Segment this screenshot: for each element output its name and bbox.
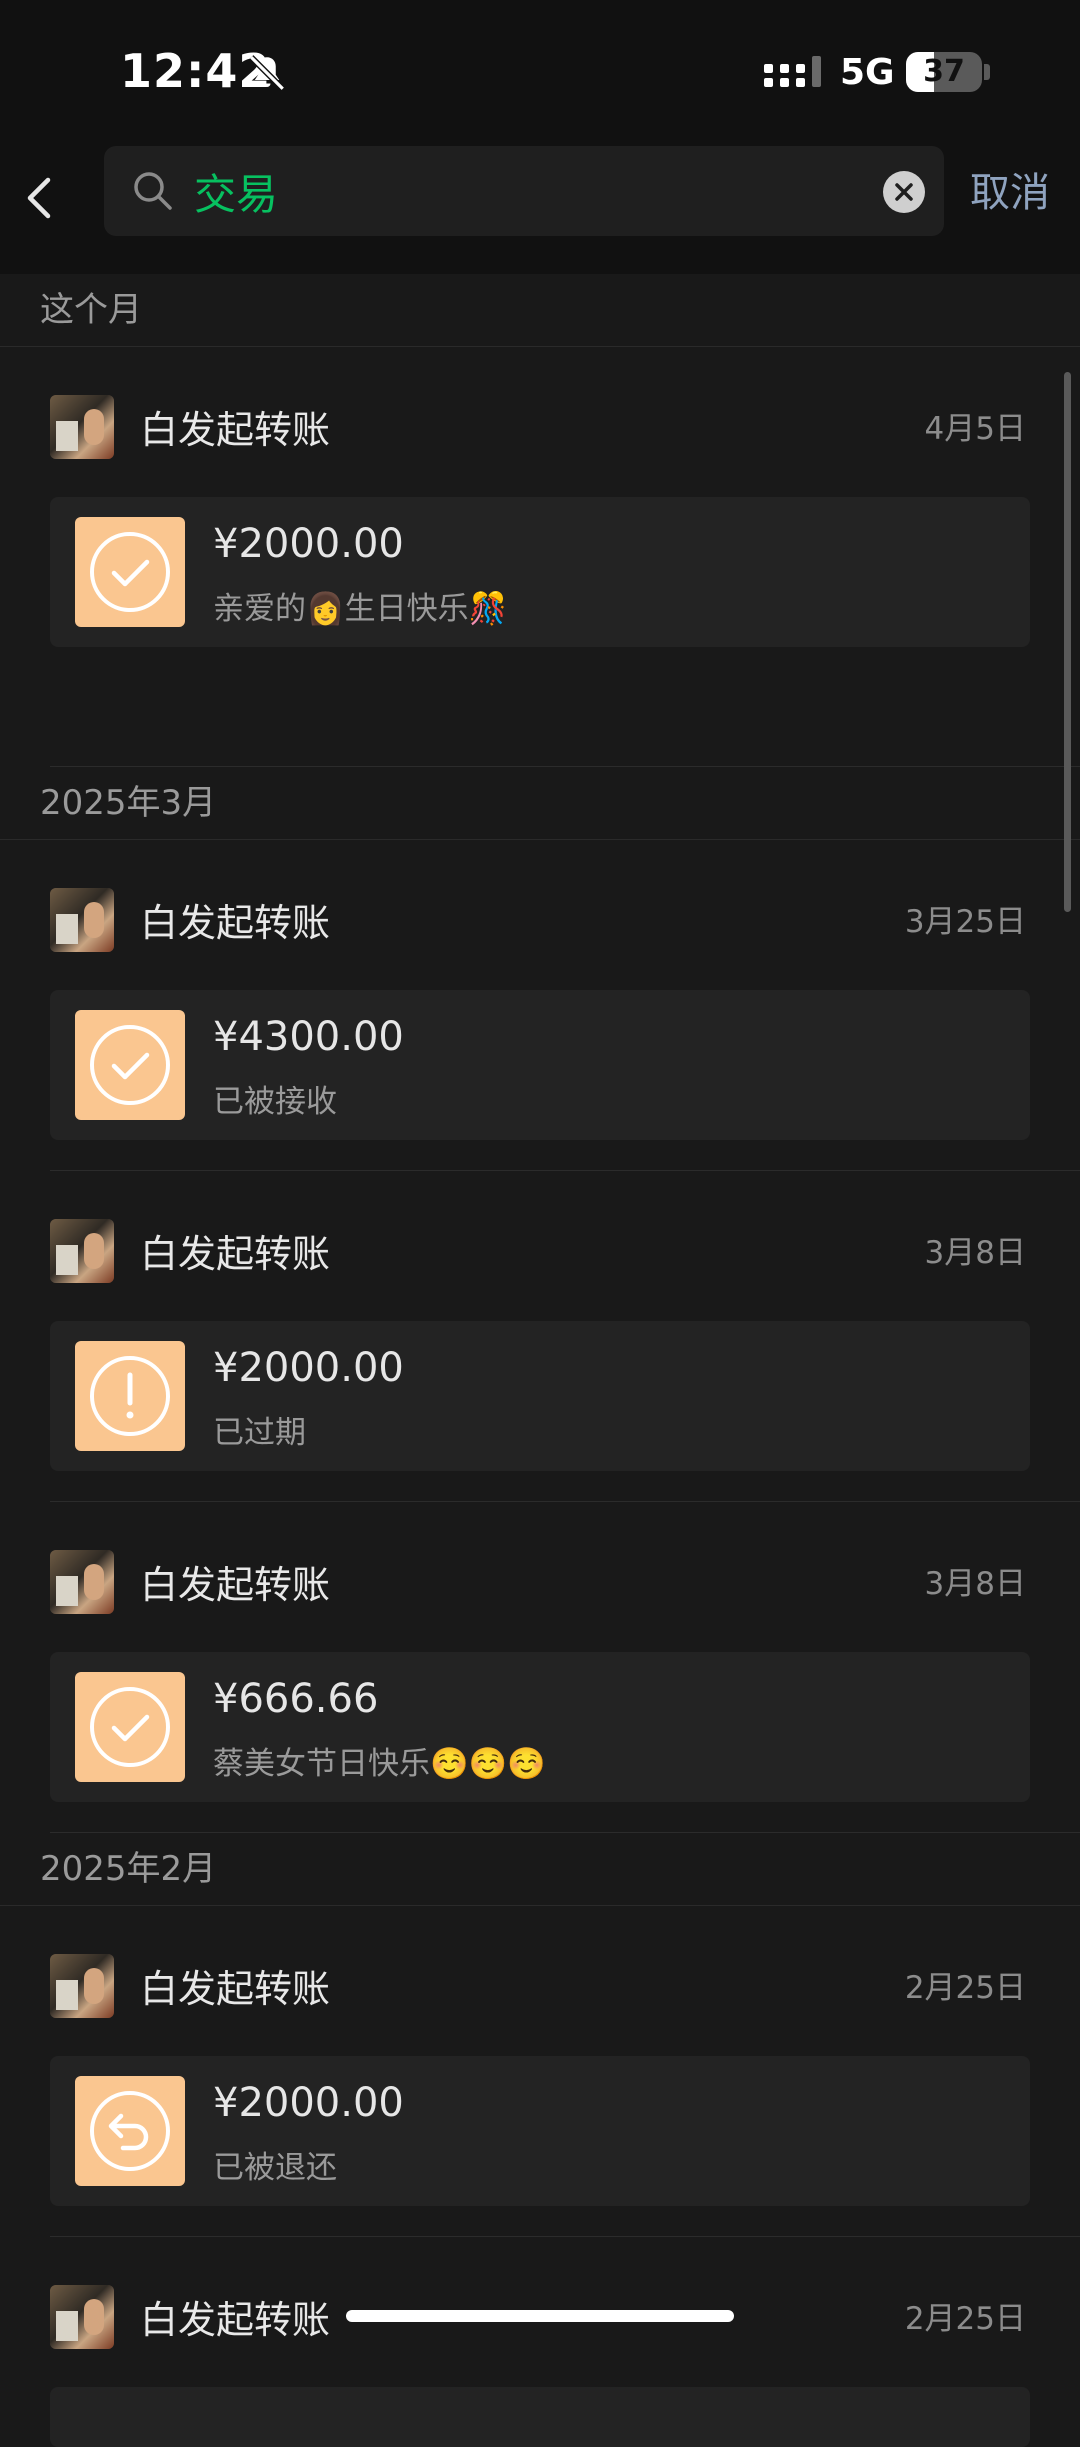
avatar <box>50 2285 114 2349</box>
record-date: 3月25日 <box>904 904 1026 940</box>
back-arrow-icon[interactable] <box>18 166 64 226</box>
transfer-card[interactable]: ¥2000.00 亲爱的👩生日快乐🎊 <box>50 497 1030 647</box>
record-date: 4月5日 <box>924 411 1026 447</box>
transfer-card[interactable]: ¥2000.00 已被退还 <box>50 2056 1030 2206</box>
sender-name: 白发起转账 <box>140 1232 331 1276</box>
list-item[interactable]: 白发起转账 4月5日 ¥2000.00 亲爱的👩生日快乐🎊 <box>0 347 1080 767</box>
battery-icon: 37 <box>906 52 982 92</box>
search-input[interactable] <box>194 156 874 226</box>
check-circle-icon <box>90 1687 170 1767</box>
search-box[interactable] <box>104 146 944 236</box>
list-item[interactable]: 白发起转账 3月8日 ¥2000.00 已过期 <box>0 1171 1080 1502</box>
record-date: 2月25日 <box>904 1970 1026 2006</box>
cancel-button[interactable]: 取消 <box>970 160 1050 218</box>
clear-icon[interactable] <box>882 170 926 214</box>
transfer-amount: ¥4300.00 <box>213 1014 404 1060</box>
list-item[interactable]: 白发起转账 3月8日 ¥666.66 蔡美女节日快乐☺️☺️☺️ <box>0 1502 1080 1833</box>
list-item[interactable]: 白发起转账 2月25日 ¥2000.00 已被退还 <box>0 1906 1080 2237</box>
transfer-status-icon <box>75 1341 185 1451</box>
return-circle-icon <box>90 2091 170 2171</box>
transfer-note: 已被接收 <box>213 1084 337 1120</box>
battery-cap <box>984 64 990 80</box>
transfer-note: 蔡美女节日快乐☺️☺️☺️ <box>213 1746 546 1782</box>
transfer-note: 亲爱的👩生日快乐🎊 <box>213 591 508 627</box>
battery-level: 37 <box>923 54 965 89</box>
network-label: 5G <box>840 52 895 93</box>
exclamation-circle-icon <box>90 1356 170 1436</box>
avatar <box>50 1954 114 2018</box>
avatar <box>50 888 114 952</box>
transfer-card[interactable]: ¥2000.00 已过期 <box>50 1321 1030 1471</box>
divider <box>50 1832 1080 1833</box>
transaction-list[interactable]: 这个月 白发起转账 4月5日 ¥2000.00 亲爱的👩生日快乐🎊 2025年3… <box>0 274 1080 2447</box>
transfer-amount: ¥2000.00 <box>213 521 404 567</box>
month-header: 2025年2月 <box>0 1833 1080 1906</box>
divider <box>50 766 1080 767</box>
scrollbar[interactable] <box>1064 372 1071 912</box>
month-header: 2025年3月 <box>0 767 1080 840</box>
transfer-card[interactable]: ¥4300.00 已被接收 <box>50 990 1030 1140</box>
list-item[interactable]: 白发起转账 2月25日 <box>0 2237 1080 2447</box>
avatar <box>50 1550 114 1614</box>
transfer-amount: ¥666.66 <box>213 1676 379 1722</box>
transfer-status-icon <box>75 1672 185 1782</box>
check-circle-icon <box>90 1025 170 1105</box>
record-date: 3月8日 <box>924 1566 1026 1602</box>
sender-name: 白发起转账 <box>140 1563 331 1607</box>
transfer-note: 已过期 <box>213 1415 306 1451</box>
avatar <box>50 395 114 459</box>
transfer-status-icon <box>75 517 185 627</box>
record-date: 3月8日 <box>924 1235 1026 1271</box>
search-header: 取消 <box>0 140 1080 274</box>
sender-name: 白发起转账 <box>140 408 331 452</box>
check-circle-icon <box>90 532 170 612</box>
transfer-card[interactable]: ¥666.66 蔡美女节日快乐☺️☺️☺️ <box>50 1652 1030 1802</box>
bell-muted-icon <box>249 55 285 91</box>
month-header: 这个月 <box>0 274 1080 347</box>
status-bar: 12:42 5G 37 <box>0 0 1080 140</box>
record-date: 2月25日 <box>904 2301 1026 2337</box>
transfer-note: 已被退还 <box>213 2150 337 2186</box>
avatar <box>50 1219 114 1283</box>
sender-name: 白发起转账 <box>140 1967 331 2011</box>
list-item[interactable]: 白发起转账 3月25日 ¥4300.00 已被接收 <box>0 840 1080 1171</box>
transfer-amount: ¥2000.00 <box>213 2080 404 2126</box>
transfer-status-icon <box>75 2076 185 2186</box>
sender-name: 白发起转账 <box>140 2298 331 2342</box>
transfer-card[interactable] <box>50 2387 1030 2447</box>
home-indicator[interactable] <box>346 2310 734 2322</box>
signal-icon <box>764 56 821 87</box>
transfer-status-icon <box>75 1010 185 1120</box>
sender-name: 白发起转账 <box>140 901 331 945</box>
search-icon <box>134 172 172 210</box>
transfer-amount: ¥2000.00 <box>213 1345 404 1391</box>
